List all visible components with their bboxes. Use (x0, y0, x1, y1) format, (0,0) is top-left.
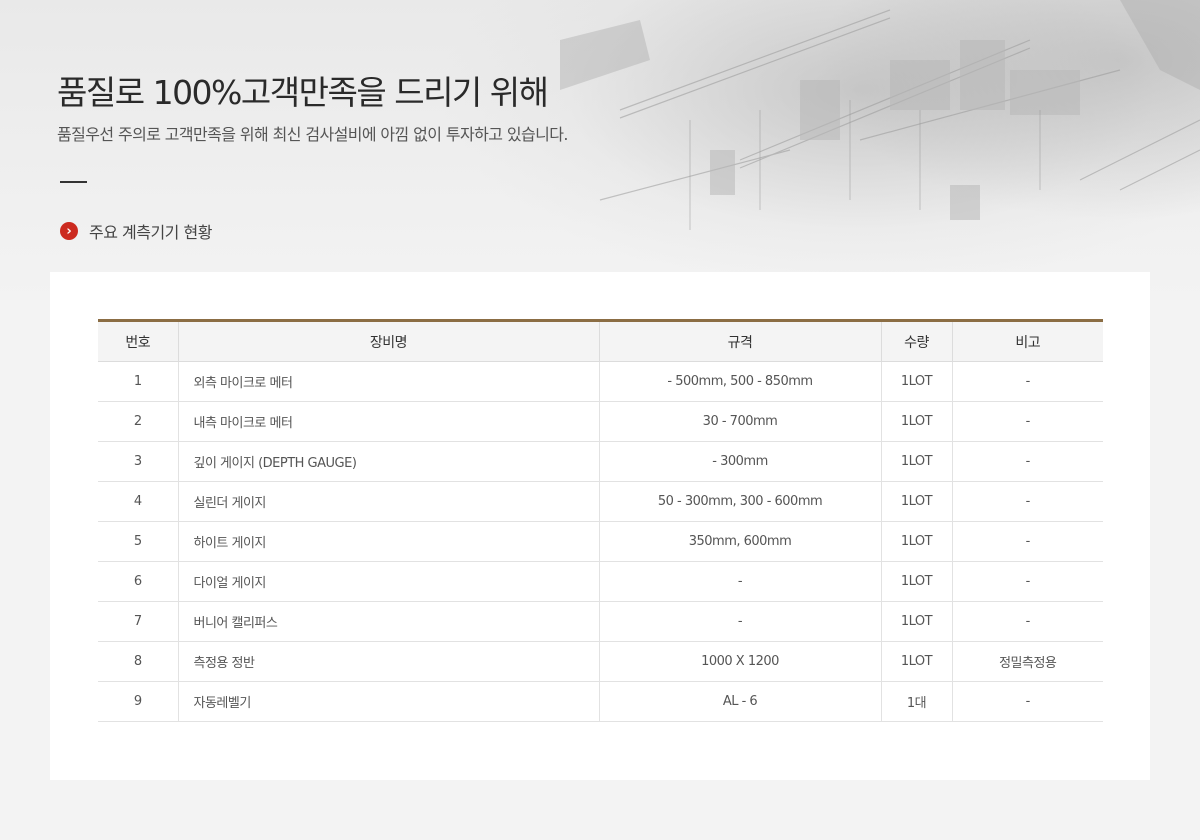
col-header-note: 비고 (951, 320, 1103, 362)
cell-qty: 1LOT (880, 641, 952, 682)
cell-note: - (951, 521, 1103, 562)
cell-qty: 1LOT (880, 601, 952, 642)
cell-note: - (951, 441, 1103, 482)
cell-name: 실린더 게이지 (177, 481, 599, 522)
equipment-table: 번호 장비명 규격 수량 비고 1 외측 마이크로 메터 - 500mm, 50… (98, 319, 1103, 722)
cell-note: - (951, 401, 1103, 442)
cell-qty: 1LOT (880, 481, 952, 522)
cell-note: - (951, 561, 1103, 602)
cell-qty: 1LOT (880, 401, 952, 442)
page-subtitle: 품질우선 주의로 고객만족을 위해 최신 검사설비에 아낌 없이 투자하고 있습… (57, 125, 568, 144)
cell-spec: 50 - 300mm, 300 - 600mm (598, 481, 881, 522)
cell-no: 9 (98, 681, 178, 722)
cell-spec: - (598, 601, 881, 642)
table-row: 2 내측 마이크로 메터 30 - 700mm 1LOT - (98, 401, 1103, 442)
cell-spec: 30 - 700mm (598, 401, 881, 442)
table-row: 6 다이얼 게이지 - 1LOT - (98, 561, 1103, 602)
page-title: 품질로 100%고객만족을 드리기 위해 (57, 73, 549, 112)
cell-name: 자동레벨기 (177, 681, 599, 722)
cell-qty: 1LOT (880, 441, 952, 482)
cell-name: 내측 마이크로 메터 (177, 401, 599, 442)
col-header-qty: 수량 (880, 320, 952, 362)
table-row: 7 버니어 캘리퍼스 - 1LOT - (98, 601, 1103, 642)
cell-qty: 1LOT (880, 361, 952, 402)
table-row: 4 실린더 게이지 50 - 300mm, 300 - 600mm 1LOT - (98, 481, 1103, 522)
cell-no: 2 (98, 401, 178, 442)
table-header-row: 번호 장비명 규격 수량 비고 (98, 320, 1103, 362)
cell-no: 5 (98, 521, 178, 562)
cell-name: 외측 마이크로 메터 (177, 361, 599, 402)
col-header-name: 장비명 (177, 320, 599, 362)
cell-note: - (951, 681, 1103, 722)
table-row: 3 깊이 게이지 (DEPTH GAUGE) - 300mm 1LOT - (98, 441, 1103, 482)
cell-no: 7 (98, 601, 178, 642)
cell-spec: - (598, 561, 881, 602)
cell-name: 다이얼 게이지 (177, 561, 599, 602)
cell-no: 3 (98, 441, 178, 482)
cell-name: 하이트 게이지 (177, 521, 599, 562)
plant-illustration (560, 0, 1200, 230)
col-header-no: 번호 (98, 320, 178, 362)
cell-spec: AL - 6 (598, 681, 881, 722)
table-row: 8 측정용 정반 1000 X 1200 1LOT 정밀측정용 (98, 641, 1103, 682)
cell-name: 깊이 게이지 (DEPTH GAUGE) (177, 441, 599, 482)
cell-no: 1 (98, 361, 178, 402)
chevron-right-icon: › (60, 222, 78, 240)
cell-note: - (951, 481, 1103, 522)
hero-background (0, 0, 1200, 300)
cell-no: 8 (98, 641, 178, 682)
cell-name: 측정용 정반 (177, 641, 599, 682)
cell-spec: 350mm, 600mm (598, 521, 881, 562)
col-header-spec: 규격 (598, 320, 881, 362)
table-row: 1 외측 마이크로 메터 - 500mm, 500 - 850mm 1LOT - (98, 361, 1103, 402)
cell-note: - (951, 361, 1103, 402)
cell-note: 정밀측정용 (951, 641, 1103, 682)
divider (60, 181, 87, 183)
section-heading-label: 주요 계측기기 현황 (89, 223, 212, 242)
section-heading: › 주요 계측기기 현황 (60, 219, 212, 243)
cell-qty: 1대 (880, 681, 952, 722)
cell-spec: - 300mm (598, 441, 881, 482)
cell-qty: 1LOT (880, 521, 952, 562)
table-row: 9 자동레벨기 AL - 6 1대 - (98, 681, 1103, 722)
cell-no: 6 (98, 561, 178, 602)
table-row: 5 하이트 게이지 350mm, 600mm 1LOT - (98, 521, 1103, 562)
cell-name: 버니어 캘리퍼스 (177, 601, 599, 642)
cell-spec: - 500mm, 500 - 850mm (598, 361, 881, 402)
cell-spec: 1000 X 1200 (598, 641, 881, 682)
content-panel: 번호 장비명 규격 수량 비고 1 외측 마이크로 메터 - 500mm, 50… (50, 272, 1150, 780)
cell-qty: 1LOT (880, 561, 952, 602)
cell-note: - (951, 601, 1103, 642)
cell-no: 4 (98, 481, 178, 522)
